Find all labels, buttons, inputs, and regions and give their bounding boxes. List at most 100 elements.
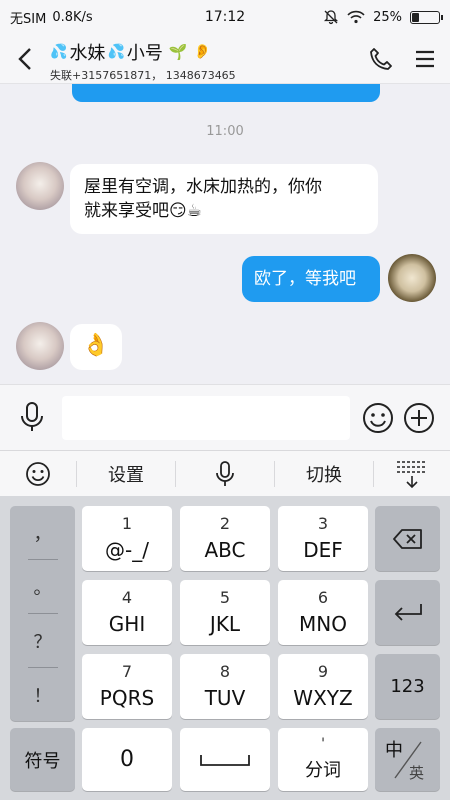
punct-label: ？ [33, 631, 52, 653]
key-number: 7 [121, 661, 133, 681]
message-bubble-sent[interactable]: 欧了，等我吧 [242, 256, 380, 302]
key-letters: MNO [299, 611, 347, 636]
water-drop-icon: 💦 [50, 44, 68, 60]
ime-hide-keyboard-button[interactable] [374, 451, 450, 497]
microphone-icon [216, 461, 234, 486]
ime-settings-button[interactable]: 设置 [77, 451, 175, 497]
punctuation-column: ， 。 ？ ！ [10, 506, 75, 721]
key-7[interactable]: 7 PQRS [82, 654, 172, 719]
key-letters: TUV [204, 685, 246, 710]
wifi-icon [347, 10, 365, 24]
contact-name-part-1: 水妹 [69, 43, 106, 64]
contact-avatar[interactable] [16, 162, 64, 210]
key-number: 5 [219, 587, 231, 607]
chat-area[interactable]: 11:00 屋里有空调，水床加热的，你你 就来享受吧😏☕ 欧了，等我吧 👌 [0, 84, 450, 384]
key-number: 9 [317, 661, 329, 681]
menu-icon[interactable] [414, 48, 436, 70]
punct-period-key[interactable]: 。 [10, 560, 75, 613]
numeric-mode-key[interactable]: 123 [375, 654, 440, 719]
word-split-label: 分词 [305, 759, 341, 781]
phone-call-icon[interactable] [368, 46, 394, 72]
message-bubble-received[interactable]: 屋里有空调，水床加热的，你你 就来享受吧😏☕ [70, 164, 378, 234]
key-5[interactable]: 5 JKL [180, 580, 270, 645]
symbols-label: 符号 [24, 750, 61, 772]
key-number: 1 [121, 513, 133, 533]
numeric-mode-label: 123 [390, 676, 425, 697]
ime-toolbar: 设置 切换 [0, 450, 450, 496]
emoji-icon[interactable] [362, 402, 394, 434]
key-number: 4 [121, 587, 133, 607]
ime-settings-label: 设置 [108, 465, 144, 486]
ear-icon: 👂 [193, 44, 211, 60]
key-3[interactable]: 3 DEF [278, 506, 368, 571]
enter-key[interactable] [375, 580, 440, 645]
key-number: 2 [219, 513, 231, 533]
chat-header: 💦 水妹 💦 小号 🌱 👂 失联+3157651871， 1348673465 [0, 34, 450, 84]
key-letters: ABC [204, 537, 246, 562]
back-arrow-icon[interactable] [14, 44, 38, 74]
contact-avatar[interactable] [16, 322, 64, 370]
backspace-icon [392, 528, 422, 549]
message-timestamp: 11:00 [206, 124, 244, 139]
key-number: 0 [120, 747, 134, 772]
key-letters: DEF [303, 537, 343, 562]
symbols-key[interactable]: 符号 [10, 728, 75, 791]
punct-label: ， [33, 523, 52, 545]
word-split-key[interactable]: ' 分词 [278, 728, 368, 791]
message-text: 欧了，等我吧 [254, 269, 356, 289]
key-2[interactable]: 2 ABC [180, 506, 270, 571]
mute-bell-icon [324, 10, 339, 25]
backspace-key[interactable] [375, 506, 440, 571]
voice-input-icon[interactable] [18, 401, 46, 433]
punct-label: 。 [33, 577, 52, 599]
space-bar-icon [200, 754, 250, 766]
key-letters: JKL [209, 611, 241, 636]
message-input-bar [0, 384, 450, 450]
key-letters: PQRS [99, 685, 155, 710]
my-avatar[interactable] [388, 254, 436, 302]
sprout-icon: 🌱 [168, 43, 188, 61]
key-8[interactable]: 8 TUV [180, 654, 270, 719]
key-number: 8 [219, 661, 231, 681]
key-6[interactable]: 6 MNO [278, 580, 368, 645]
punct-question-key[interactable]: ？ [10, 614, 75, 667]
message-bubble-partial[interactable] [72, 84, 380, 102]
lang-en-label: 英 [409, 764, 425, 782]
key-number: 6 [317, 587, 329, 607]
message-input[interactable] [62, 396, 350, 440]
carrier-label: 无SIM [10, 11, 47, 27]
battery-icon [410, 10, 443, 24]
contact-subtitle: 失联+3157651871， 1348673465 [50, 69, 236, 82]
key-0[interactable]: 0 [82, 728, 172, 791]
ime-switch-label: 切换 [306, 465, 342, 486]
message-bubble-received[interactable]: 👌 [70, 324, 122, 370]
key-number: 3 [317, 513, 329, 533]
ime-switch-button[interactable]: 切换 [275, 451, 373, 497]
enter-arrow-icon [394, 603, 422, 621]
water-drop-icon: 💦 [107, 44, 125, 60]
contact-info[interactable]: 💦 水妹 💦 小号 🌱 👂 失联+3157651871， 1348673465 [50, 39, 236, 83]
key-4[interactable]: 4 GHI [82, 580, 172, 645]
punct-exclaim-key[interactable]: ！ [10, 668, 75, 721]
space-key[interactable] [180, 728, 270, 791]
status-bar: 无SIM 0.8K/s 17:12 25% [0, 0, 450, 34]
add-attachment-icon[interactable] [403, 402, 435, 434]
key-letters: GHI [108, 611, 146, 636]
t9-keyboard: ， 。 ？ ！ 1 @-_/ 2 ABC 3 DEF 4 GHI 5 JKL 6… [0, 496, 450, 800]
battery-percent: 25% [373, 9, 402, 25]
ime-emoji-button[interactable] [0, 451, 76, 497]
network-speed: 0.8K/s [52, 9, 93, 25]
punct-label: ！ [33, 685, 52, 707]
key-1[interactable]: 1 @-_/ [82, 506, 172, 571]
punct-comma-key[interactable]: ， [10, 506, 75, 559]
emoji-icon [26, 462, 50, 486]
message-text-line-2: 就来享受吧😏☕ [84, 201, 202, 221]
contact-name-part-2: 小号 [126, 43, 163, 64]
language-switch-key[interactable]: 中 英 [375, 728, 440, 791]
key-letters: WXYZ [293, 685, 353, 710]
keyboard-hide-icon [397, 461, 427, 489]
key-9[interactable]: 9 WXYZ [278, 654, 368, 719]
ime-voice-button[interactable] [176, 451, 274, 497]
key-letters: @-_/ [105, 537, 149, 562]
contact-name: 💦 水妹 💦 小号 🌱 👂 [50, 39, 236, 65]
